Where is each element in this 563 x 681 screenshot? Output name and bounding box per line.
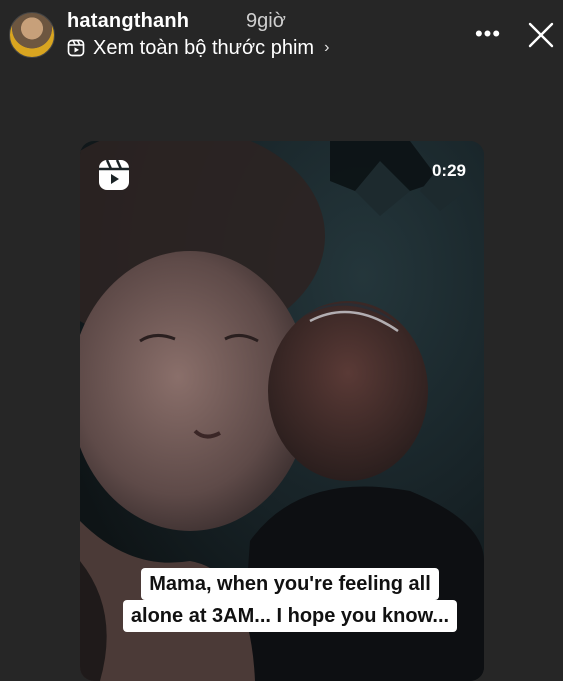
close-icon[interactable] [524, 18, 558, 52]
view-full-reel-link[interactable]: Xem toàn bộ thước phim › [67, 36, 329, 60]
caption-line: alone at 3AM... I hope you know... [122, 600, 458, 632]
reels-icon [99, 159, 129, 190]
avatar[interactable] [9, 12, 55, 58]
username[interactable]: hatangthanh [67, 10, 189, 33]
chevron-right-icon: › [324, 39, 330, 56]
caption-line: Mama, when you're feeling all [141, 568, 439, 600]
video-duration: 0:29 [431, 161, 466, 180]
more-icon[interactable]: ••• [470, 16, 506, 52]
reel-video-card[interactable]: 0:29 Mama, when you're feeling all alone… [80, 141, 484, 681]
video-caption: Mama, when you're feeling all alone at 3… [118, 568, 462, 632]
view-full-reel-label: Xem toàn bộ thước phim [93, 36, 315, 59]
reels-icon [67, 39, 85, 57]
timestamp: 9giờ [246, 10, 286, 32]
story-header: hatangthanh 9giờ Xem toàn bộ thước phim … [0, 0, 563, 70]
